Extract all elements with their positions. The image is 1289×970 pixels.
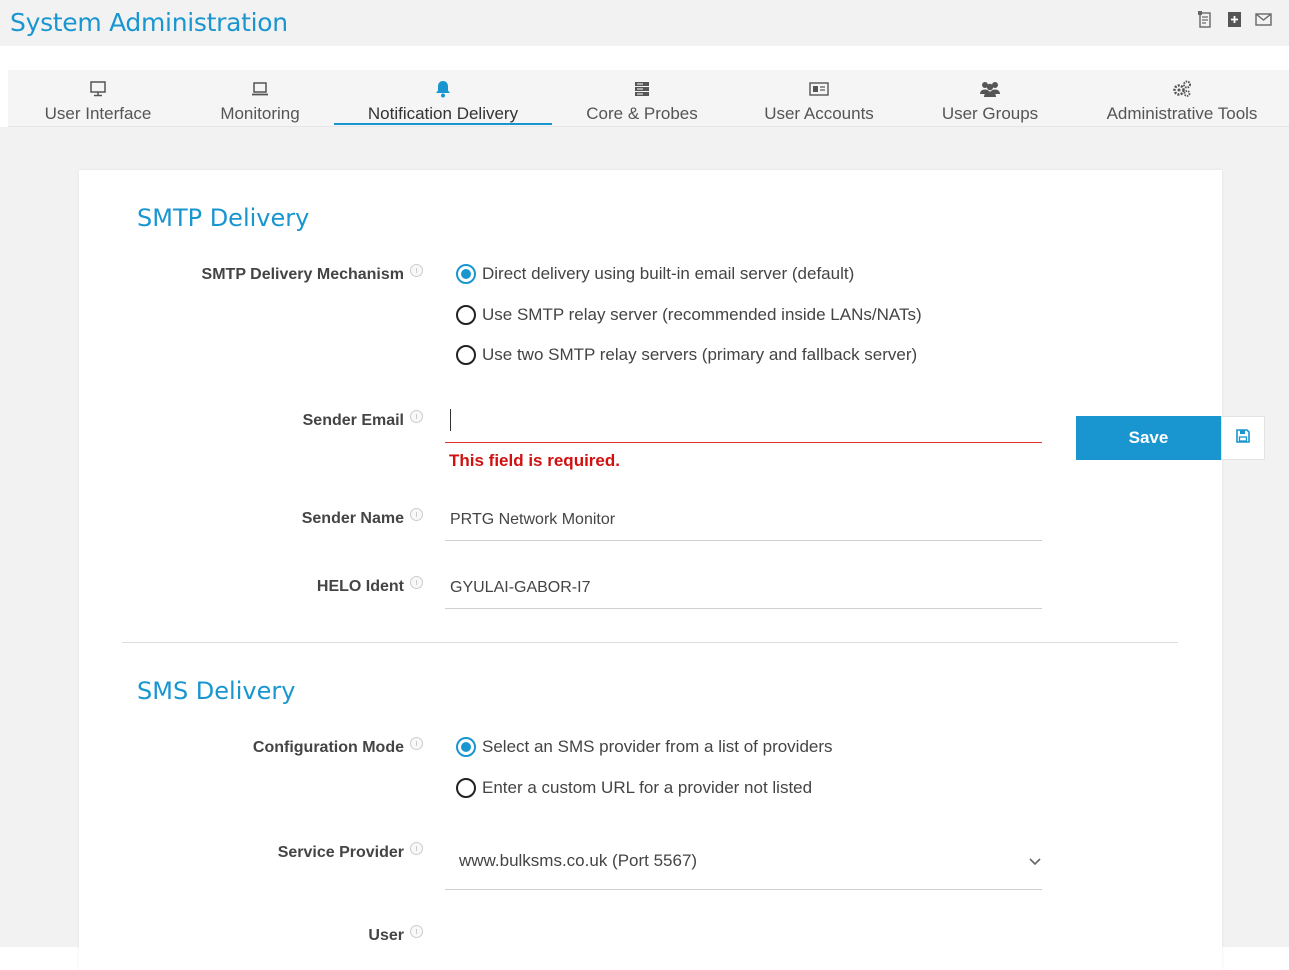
- tab-label: User Groups: [941, 104, 1039, 123]
- tab-label: Core & Probes: [586, 104, 698, 123]
- tab-label: Monitoring: [220, 104, 300, 123]
- radio-selected[interactable]: [456, 264, 476, 284]
- tab-administrative-tools[interactable]: Administrative Tools: [1088, 70, 1276, 126]
- helo-ident-label: HELO Ident: [316, 578, 404, 595]
- info-icon[interactable]: [410, 410, 423, 423]
- sender-email-error: This field is required.: [449, 451, 620, 470]
- tab-label: User Accounts: [764, 104, 874, 123]
- header-bar: System Administration: [0, 0, 1289, 46]
- gears-icon: [1172, 79, 1192, 99]
- smtp-mechanism-label: SMTP Delivery Mechanism: [201, 266, 404, 283]
- text-caret: [450, 409, 451, 431]
- info-icon[interactable]: [410, 264, 423, 277]
- settings-tabs: User Interface Monitoring Notification D…: [8, 70, 1289, 127]
- radio-label: Select an SMS provider from a list of pr…: [482, 737, 833, 756]
- radio-unselected[interactable]: [456, 778, 476, 798]
- tab-monitoring[interactable]: Monitoring: [200, 70, 320, 126]
- save-icon-button[interactable]: [1221, 416, 1265, 460]
- service-provider-value: www.bulksms.co.uk (Port 5567): [459, 851, 698, 870]
- info-icon[interactable]: [410, 842, 423, 855]
- header-icons: [1196, 10, 1273, 29]
- save-button[interactable]: Save: [1076, 416, 1221, 460]
- tab-user-accounts[interactable]: User Accounts: [744, 70, 894, 126]
- sender-email-input[interactable]: [445, 403, 1015, 441]
- sender-name-field[interactable]: [445, 501, 1042, 541]
- radio-label: Use SMTP relay server (recommended insid…: [482, 305, 922, 324]
- bell-icon: [435, 79, 451, 99]
- config-mode-label: Configuration Mode: [252, 739, 404, 756]
- smtp-option-relay[interactable]: Use SMTP relay server (recommended insid…: [456, 305, 922, 325]
- id-card-icon: [809, 79, 829, 99]
- service-provider-label: Service Provider: [277, 844, 404, 861]
- tab-core-probes[interactable]: Core & Probes: [568, 70, 716, 126]
- tab-label: Notification Delivery: [367, 104, 519, 123]
- sender-email-field[interactable]: [445, 403, 1042, 443]
- info-icon[interactable]: [410, 576, 423, 589]
- smtp-option-direct[interactable]: Direct delivery using built-in email ser…: [456, 264, 854, 284]
- tab-user-groups[interactable]: User Groups: [922, 70, 1058, 126]
- smtp-section-title: SMTP Delivery: [137, 204, 310, 232]
- radio-label: Use two SMTP relay servers (primary and …: [482, 345, 918, 364]
- sender-email-label: Sender Email: [302, 412, 404, 429]
- user-label: User: [368, 927, 404, 944]
- info-icon[interactable]: [410, 737, 423, 750]
- info-icon[interactable]: [410, 925, 423, 938]
- section-divider: [122, 642, 1178, 643]
- service-provider-select[interactable]: www.bulksms.co.uk (Port 5567): [445, 840, 1042, 890]
- radio-label: Direct delivery using built-in email ser…: [482, 264, 855, 283]
- sender-name-input[interactable]: [445, 501, 1015, 539]
- radio-unselected[interactable]: [456, 345, 476, 365]
- laptop-icon: [251, 79, 269, 99]
- sender-name-label: Sender Name: [301, 510, 404, 527]
- server-icon: [633, 79, 651, 99]
- chevron-down-icon[interactable]: [1028, 854, 1042, 873]
- sms-option-provider-list[interactable]: Select an SMS provider from a list of pr…: [456, 737, 833, 757]
- radio-label: Enter a custom URL for a provider not li…: [482, 778, 813, 797]
- info-icon[interactable]: [410, 508, 423, 521]
- helo-ident-input[interactable]: [445, 569, 1015, 607]
- floppy-disk-icon: [1235, 428, 1251, 449]
- sms-option-custom-url[interactable]: Enter a custom URL for a provider not li…: [456, 778, 812, 798]
- save-controls: Save: [1076, 416, 1265, 460]
- tab-user-interface[interactable]: User Interface: [22, 70, 174, 126]
- sms-section-title: SMS Delivery: [137, 677, 296, 705]
- monitor-icon: [89, 79, 107, 99]
- radio-unselected[interactable]: [456, 305, 476, 325]
- tab-label: Administrative Tools: [1106, 104, 1258, 123]
- smtp-option-two-relays[interactable]: Use two SMTP relay servers (primary and …: [456, 345, 917, 365]
- notes-icon[interactable]: [1196, 10, 1215, 29]
- tab-label: User Interface: [44, 104, 152, 123]
- radio-selected[interactable]: [456, 737, 476, 757]
- users-icon: [979, 79, 1001, 99]
- tab-notification-delivery[interactable]: Notification Delivery: [334, 70, 552, 126]
- export-icon[interactable]: [1225, 10, 1244, 29]
- helo-ident-field[interactable]: [445, 569, 1042, 609]
- page-title: System Administration: [10, 8, 288, 37]
- mail-icon[interactable]: [1254, 10, 1273, 29]
